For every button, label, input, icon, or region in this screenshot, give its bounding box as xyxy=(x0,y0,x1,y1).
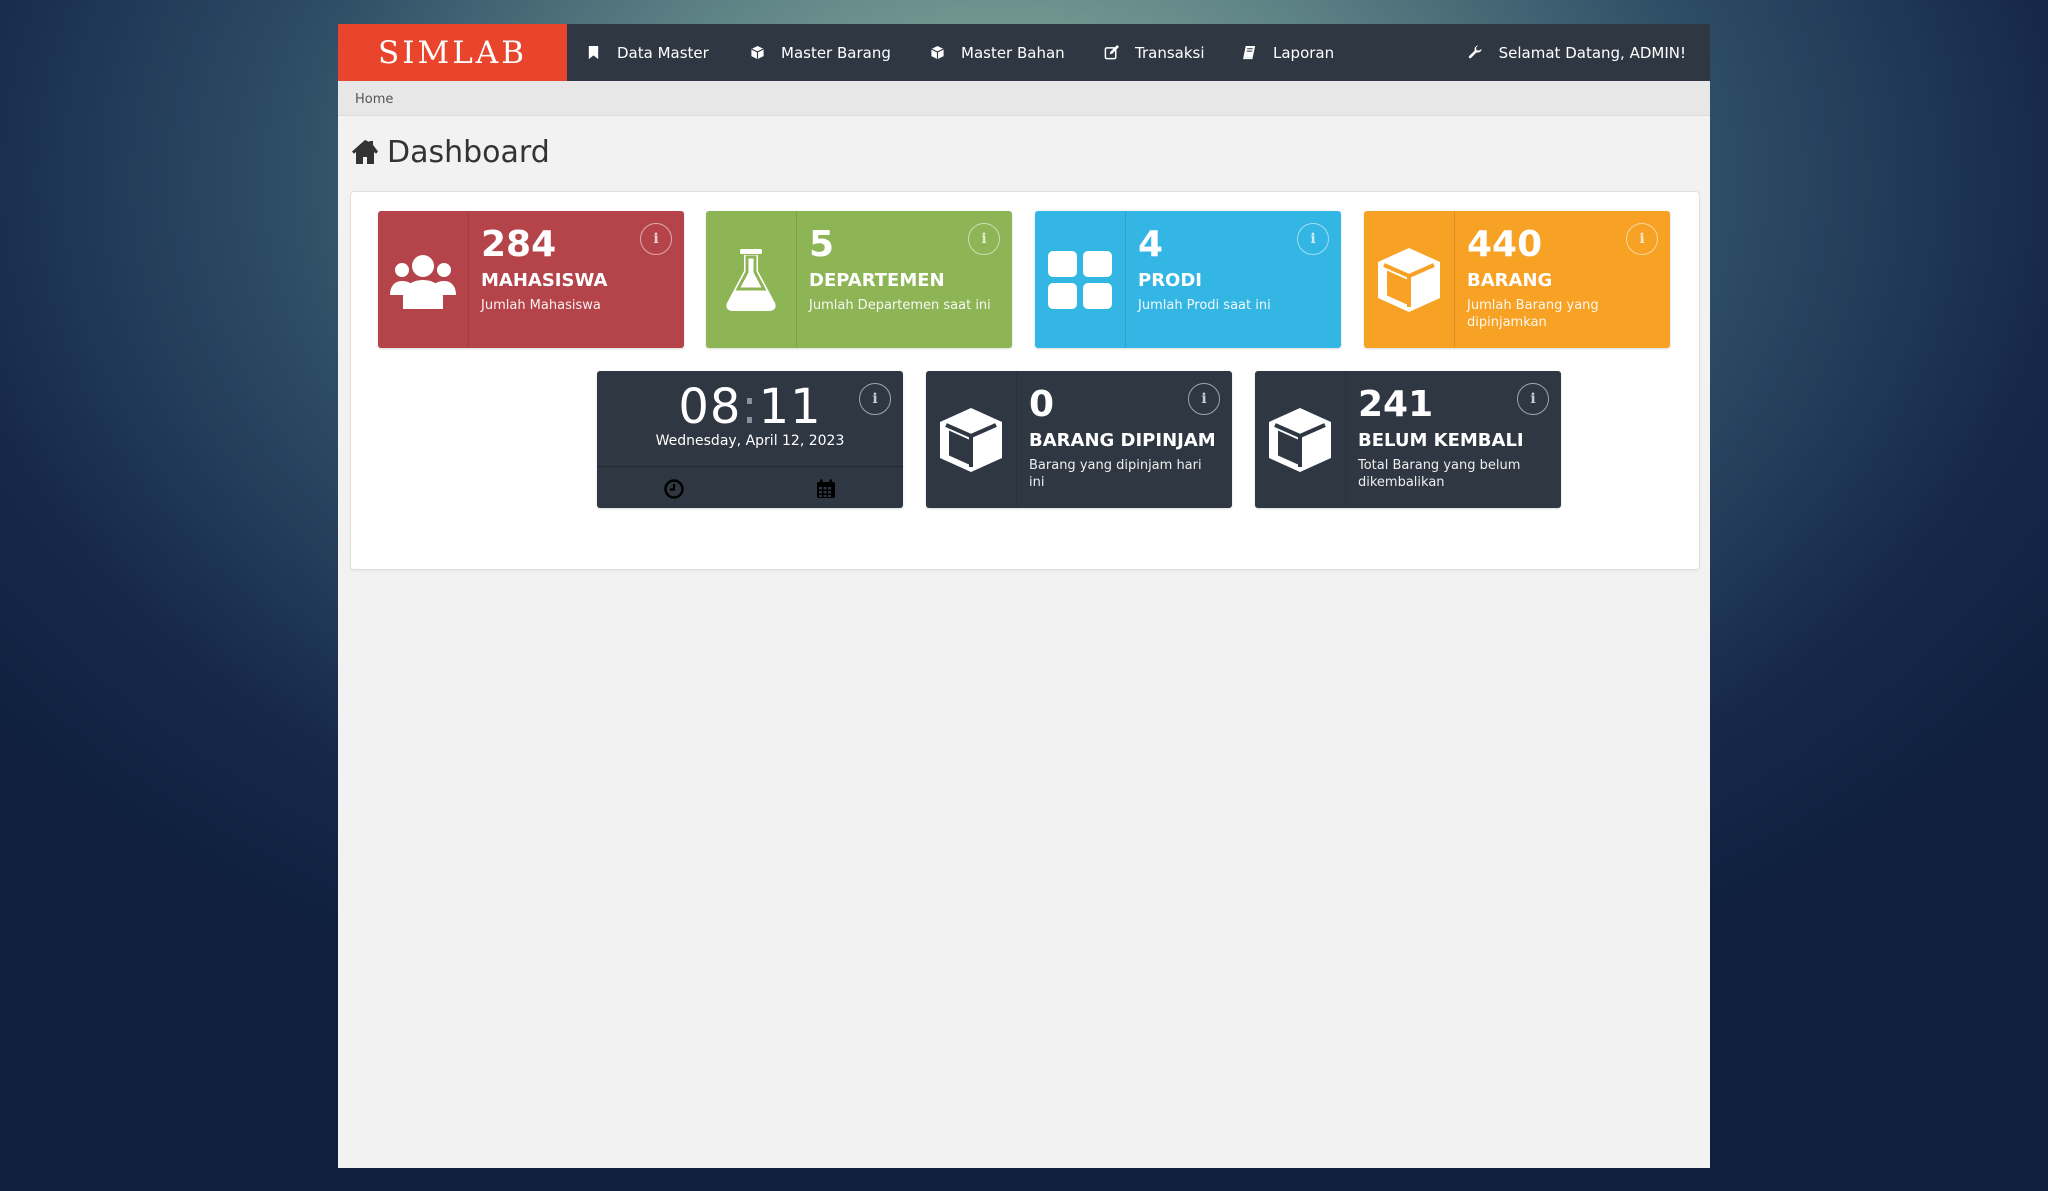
tile-barang-desc: Jumlah Barang yang dipinjamkan xyxy=(1467,298,1599,330)
grid-icon xyxy=(1035,211,1126,348)
nav-data-master[interactable]: Data Master xyxy=(586,24,709,81)
tile-belum-kembali-value: 241 xyxy=(1358,384,1434,425)
tile-prodi[interactable]: 4 PRODI Jumlah Prodi saat ini i xyxy=(1035,211,1341,348)
flask-icon xyxy=(706,211,797,348)
cube-icon xyxy=(751,45,764,60)
nav-laporan[interactable]: Laporan xyxy=(1242,24,1334,81)
users-icon xyxy=(378,211,469,348)
tile-clock[interactable]: 08:11 Wednesday, April 12, 2023 i xyxy=(597,371,903,508)
info-icon[interactable]: i xyxy=(859,383,891,415)
nav-data-master-label: Data Master xyxy=(617,43,709,62)
tile-departemen-value: 5 xyxy=(809,224,835,265)
nav-master-barang[interactable]: Master Barang xyxy=(750,24,891,81)
tile-belum-kembali[interactable]: 241 BELUM KEMBALI Total Barang yang belu… xyxy=(1255,371,1561,508)
tile-barang-label: BARANG xyxy=(1467,270,1553,291)
tile-belum-kembali-label: BELUM KEMBALI xyxy=(1358,430,1524,451)
tile-departemen-label: DEPARTEMEN xyxy=(809,270,945,291)
clock-hours: 08 xyxy=(678,379,742,435)
tile-barang-dipinjam-value: 0 xyxy=(1029,384,1055,425)
tile-barang-dipinjam-label: BARANG DIPINJAM xyxy=(1029,430,1216,451)
nav-transaksi-label: Transaksi xyxy=(1135,43,1205,62)
bookmark-icon xyxy=(588,45,599,60)
tile-departemen[interactable]: 5 DEPARTEMEN Jumlah Departemen saat ini … xyxy=(706,211,1012,348)
calendar-icon[interactable] xyxy=(815,478,837,500)
nav-user-label: Selamat Datang, ADMIN! xyxy=(1498,43,1686,62)
clock-icon[interactable] xyxy=(663,478,685,500)
nav-user-menu[interactable]: Selamat Datang, ADMIN! xyxy=(1468,24,1686,81)
tile-barang-value: 440 xyxy=(1467,224,1543,265)
tile-prodi-desc: Jumlah Prodi saat ini xyxy=(1138,298,1271,313)
info-icon[interactable]: i xyxy=(1517,383,1549,415)
info-icon[interactable]: i xyxy=(1297,223,1329,255)
dashboard-panel: 284 MAHASISWA Jumlah Mahasiswa i 5 DEPAR… xyxy=(350,191,1700,570)
info-icon[interactable]: i xyxy=(968,223,1000,255)
info-icon[interactable]: i xyxy=(1188,383,1220,415)
cube-icon xyxy=(1255,371,1346,508)
tile-departemen-desc: Jumlah Departemen saat ini xyxy=(809,298,991,313)
tile-belum-kembali-desc: Total Barang yang belum dikembalikan xyxy=(1358,458,1521,490)
tile-mahasiswa[interactable]: 284 MAHASISWA Jumlah Mahasiswa i xyxy=(378,211,684,348)
clock-footer xyxy=(597,466,903,508)
clock-minutes: 11 xyxy=(758,379,822,435)
edit-icon xyxy=(1104,45,1119,60)
cube-icon xyxy=(1364,211,1455,348)
nav-laporan-label: Laporan xyxy=(1273,43,1335,62)
clock-time: 08:11 xyxy=(597,379,903,435)
nav-transaksi[interactable]: Transaksi xyxy=(1104,24,1205,81)
cube-icon xyxy=(931,45,944,60)
tile-prodi-label: PRODI xyxy=(1138,270,1202,291)
tile-barang[interactable]: 440 BARANG Jumlah Barang yang dipinjamka… xyxy=(1364,211,1670,348)
clock-date: Wednesday, April 12, 2023 xyxy=(655,433,845,449)
nav-master-bahan[interactable]: Master Bahan xyxy=(930,24,1065,81)
wrench-icon xyxy=(1468,45,1482,59)
top-navbar: SIMLAB Data Master Master Barang Master … xyxy=(338,24,1710,81)
tile-mahasiswa-label: MAHASISWA xyxy=(481,270,608,291)
tile-barang-dipinjam-desc: Barang yang dipinjam hari ini xyxy=(1029,458,1202,490)
tile-prodi-value: 4 xyxy=(1138,224,1164,265)
breadcrumb-home[interactable]: Home xyxy=(355,92,393,107)
tile-barang-dipinjam[interactable]: 0 BARANG DIPINJAM Barang yang dipinjam h… xyxy=(926,371,1232,508)
tile-mahasiswa-value: 284 xyxy=(481,224,557,265)
app-window: SIMLAB Data Master Master Barang Master … xyxy=(338,24,1710,1168)
nav-master-barang-label: Master Barang xyxy=(781,43,891,62)
page-title: Dashboard xyxy=(351,132,550,172)
cube-icon xyxy=(926,371,1017,508)
book-icon xyxy=(1243,45,1256,60)
page-title-text: Dashboard xyxy=(387,134,550,170)
clock-colon: : xyxy=(741,379,759,435)
tile-mahasiswa-desc: Jumlah Mahasiswa xyxy=(481,298,601,313)
home-icon xyxy=(352,140,378,164)
breadcrumb: Home xyxy=(338,81,1710,116)
info-icon[interactable]: i xyxy=(640,223,672,255)
nav-master-bahan-label: Master Bahan xyxy=(961,43,1065,62)
info-icon[interactable]: i xyxy=(1626,223,1658,255)
brand-logo[interactable]: SIMLAB xyxy=(338,24,567,81)
